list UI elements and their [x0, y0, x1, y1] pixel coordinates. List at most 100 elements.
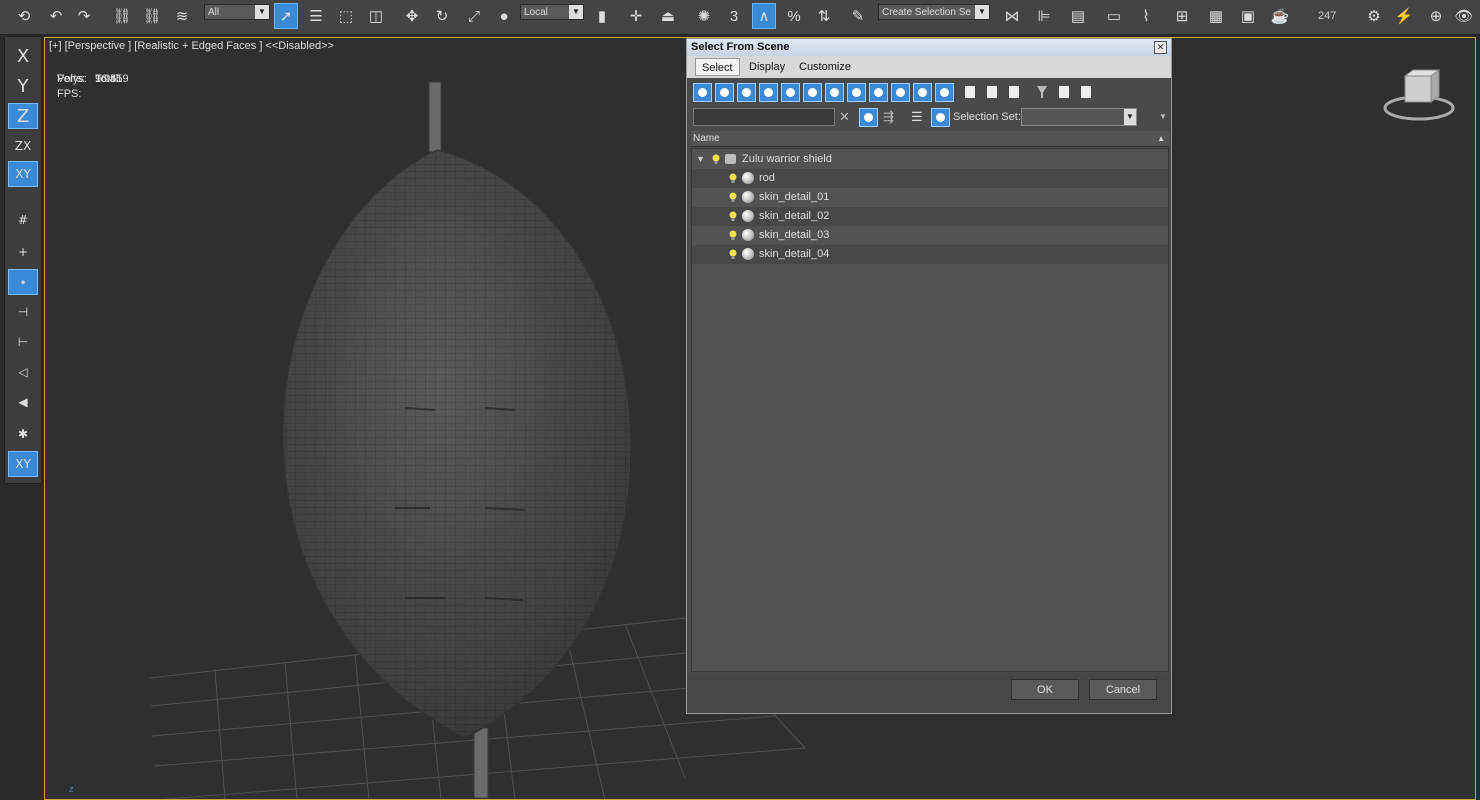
- unlink-icon[interactable]: ⛓: [140, 3, 164, 29]
- search-input[interactable]: [693, 108, 835, 126]
- find-sync-icon[interactable]: ⇶: [883, 109, 894, 125]
- display-helpers-icon[interactable]: [781, 83, 800, 102]
- midpoint-snap-icon[interactable]: ⊢: [8, 329, 38, 355]
- pivot-icon[interactable]: ●: [492, 3, 516, 29]
- spinner-snap-icon[interactable]: ⇅: [812, 3, 836, 29]
- options-arrow-icon[interactable]: ▼: [1159, 112, 1167, 121]
- tab-display[interactable]: Display: [743, 58, 791, 76]
- sort-icon[interactable]: [1079, 84, 1093, 100]
- dialog-title[interactable]: Select From Scene: [687, 39, 1171, 56]
- selection-filter-dropdown[interactable]: All ▼: [204, 4, 270, 20]
- ok-button[interactable]: OK: [1011, 679, 1079, 700]
- move-icon[interactable]: ✥: [400, 3, 424, 29]
- select-object-icon[interactable]: ➚: [274, 3, 298, 29]
- find-case-sensitive-icon[interactable]: [859, 108, 878, 127]
- pivot-snap-icon[interactable]: +: [8, 239, 38, 265]
- light-bulb-icon[interactable]: [729, 211, 737, 222]
- snap-3d-icon[interactable]: 3: [722, 3, 746, 29]
- snap-toggle-icon[interactable]: ✺: [692, 3, 716, 29]
- light-bulb-icon[interactable]: [729, 230, 737, 241]
- light-icon[interactable]: ⚡: [1392, 3, 1416, 29]
- select-manipulate-icon[interactable]: ✛: [624, 3, 648, 29]
- expand-triangle-icon[interactable]: ▼: [696, 150, 705, 169]
- window-crossing-icon[interactable]: ◫: [364, 3, 388, 29]
- undo-scene-icon[interactable]: ⟲: [12, 3, 36, 29]
- close-icon[interactable]: ✕: [1154, 41, 1167, 54]
- rotate-icon[interactable]: ↻: [430, 3, 454, 29]
- endpoint-snap-icon[interactable]: ⊣: [8, 299, 38, 325]
- undo-icon[interactable]: ↶: [44, 3, 68, 29]
- list-item[interactable]: skin_detail_02: [692, 207, 1168, 226]
- axis-zx-button[interactable]: ZX: [8, 133, 38, 159]
- schematic-view-icon[interactable]: ⊞: [1170, 3, 1194, 29]
- mirror-icon[interactable]: ⋈: [1000, 3, 1024, 29]
- display-lights-icon[interactable]: [737, 83, 756, 102]
- sort-up-icon[interactable]: ▲: [1157, 131, 1165, 147]
- edit-named-selection-icon[interactable]: ✎: [846, 3, 870, 29]
- select-by-name-icon[interactable]: ☰: [304, 3, 328, 29]
- axis-x-button[interactable]: X: [8, 43, 38, 69]
- vertex-snap-icon[interactable]: ∙: [8, 269, 38, 295]
- list-item[interactable]: skin_detail_01: [692, 188, 1168, 207]
- axis-y-button[interactable]: Y: [8, 73, 38, 99]
- tab-customize[interactable]: Customize: [793, 58, 857, 76]
- scale-icon[interactable]: ⤢: [462, 3, 486, 29]
- link-icon[interactable]: ⛓: [110, 3, 134, 29]
- display-xrefs-icon[interactable]: [847, 83, 866, 102]
- layers-icon[interactable]: ☰: [911, 109, 923, 125]
- axis-xy-snap-button[interactable]: XY: [8, 451, 38, 477]
- keyboard-shortcut-icon[interactable]: ⏏: [656, 3, 680, 29]
- select-all-icon[interactable]: [963, 84, 977, 100]
- bind-space-warp-icon[interactable]: ≋: [170, 3, 194, 29]
- redo-icon[interactable]: ↷: [72, 3, 96, 29]
- filter-options-icon[interactable]: [1057, 84, 1071, 100]
- named-selection-dropdown[interactable]: Create Selection Se ▼: [878, 4, 990, 20]
- list-item[interactable]: skin_detail_03: [692, 226, 1168, 245]
- face-snap-icon[interactable]: ◀: [8, 389, 38, 415]
- center-face-snap-icon[interactable]: ✱: [8, 421, 38, 447]
- light-bulb-icon[interactable]: [712, 154, 720, 165]
- clear-search-icon[interactable]: ✕: [839, 109, 850, 125]
- axis-z-button[interactable]: Z: [8, 103, 38, 129]
- display-shapes-icon[interactable]: [715, 83, 734, 102]
- toggle-layer-icon[interactable]: ▤: [1066, 3, 1090, 29]
- selection-set-dropdown[interactable]: ▼: [1021, 108, 1137, 126]
- render-setup-icon[interactable]: ▣: [1236, 3, 1260, 29]
- align-icon[interactable]: ⊫: [1032, 3, 1056, 29]
- percent-snap-icon[interactable]: %: [782, 3, 806, 29]
- list-item[interactable]: rod: [692, 169, 1168, 188]
- display-geometry-icon[interactable]: [693, 83, 712, 102]
- filter-icon[interactable]: [1035, 84, 1049, 100]
- light-bulb-icon[interactable]: [729, 192, 737, 203]
- name-column-header[interactable]: Name ▲: [691, 131, 1169, 147]
- add-icon[interactable]: ⊕: [1424, 3, 1448, 29]
- list-item[interactable]: skin_detail_04: [692, 245, 1168, 264]
- axis-xy-button[interactable]: XY: [8, 161, 38, 187]
- display-space-warps-icon[interactable]: [803, 83, 822, 102]
- rectangle-selection-icon[interactable]: ⬚: [334, 3, 358, 29]
- curve-editor-icon[interactable]: ⌇: [1134, 3, 1158, 29]
- toggle-ribbon-icon[interactable]: ▭: [1102, 3, 1126, 29]
- cancel-button[interactable]: Cancel: [1089, 679, 1157, 700]
- tab-select[interactable]: Select: [695, 58, 740, 76]
- light-bulb-icon[interactable]: [729, 249, 737, 260]
- settings-gear-icon[interactable]: ⚙: [1362, 3, 1386, 29]
- display-cameras-icon[interactable]: [759, 83, 778, 102]
- eyes-icon[interactable]: 👁: [1452, 3, 1476, 29]
- reference-coordinate-dropdown[interactable]: Local ▼: [520, 4, 584, 20]
- list-item[interactable]: ▼ Zulu warrior shield: [692, 150, 1168, 169]
- display-groups-icon[interactable]: [825, 83, 844, 102]
- hierarchy-icon[interactable]: [931, 108, 950, 127]
- select-invert-icon[interactable]: [1007, 84, 1021, 100]
- material-editor-icon[interactable]: ▦: [1204, 3, 1228, 29]
- display-frozen-icon[interactable]: [913, 83, 932, 102]
- light-bulb-icon[interactable]: [729, 173, 737, 184]
- display-bones-icon[interactable]: [869, 83, 888, 102]
- use-pivot-center-icon[interactable]: ▮: [590, 3, 614, 29]
- angle-snap-icon[interactable]: ∧: [752, 3, 776, 29]
- render-icon[interactable]: ☕: [1268, 3, 1292, 29]
- edge-snap-icon[interactable]: ◁: [8, 359, 38, 385]
- display-containers-icon[interactable]: [891, 83, 910, 102]
- grid-snap-icon[interactable]: #: [8, 207, 38, 233]
- viewcube-icon[interactable]: [1381, 68, 1457, 126]
